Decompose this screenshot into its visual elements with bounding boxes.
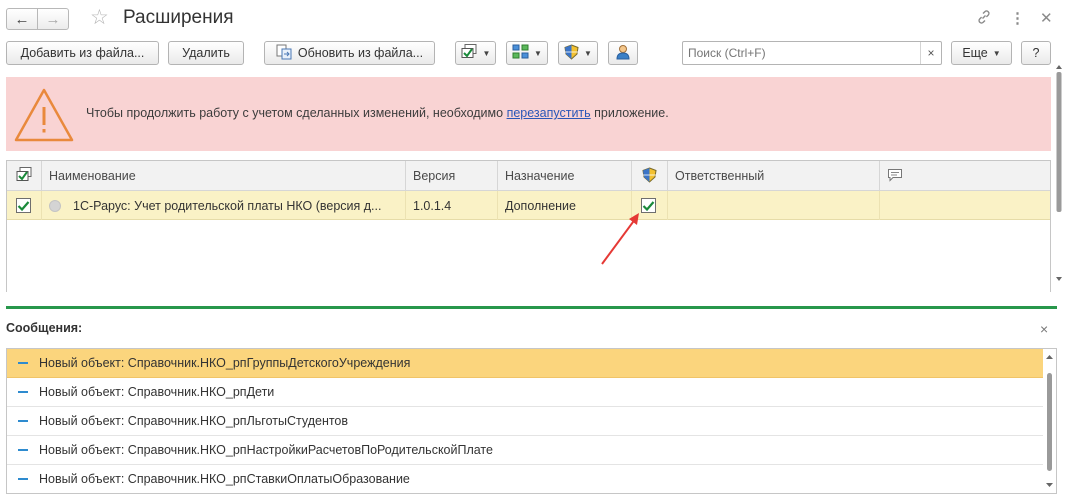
search-clear-button[interactable]: × (920, 42, 941, 64)
warning-triangle-icon (14, 88, 74, 142)
column-comment[interactable] (880, 161, 1050, 191)
update-file-icon (276, 44, 292, 63)
user-icon (616, 44, 630, 63)
toolbar: Добавить из файла... Удалить Обновить из… (0, 40, 1065, 70)
table-header: Наименование Версия Назначение Ответстве… (7, 161, 1050, 191)
search-box: × (682, 41, 942, 65)
message-text: Новый объект: Справочник.НКО_рпНастройки… (39, 443, 493, 457)
link-icon[interactable] (976, 9, 992, 29)
status-dot-icon (49, 199, 61, 212)
warning-text-before: Чтобы продолжить работу с учетом сделанн… (86, 106, 507, 120)
cell-responsible (668, 191, 880, 220)
more-vertical-icon[interactable]: ⋮ (1010, 9, 1025, 27)
cell-name: 1С-Рарус: Учет родительской платы НКО (в… (42, 191, 406, 220)
message-item[interactable]: Новый объект: Справочник.НКО_рпДети (7, 378, 1044, 407)
restart-warning-banner: Чтобы продолжить работу с учетом сделанн… (6, 77, 1051, 151)
active-checkbox[interactable] (16, 198, 31, 213)
safe-mode-menu-button[interactable]: ▼ (558, 41, 598, 65)
add-from-file-button[interactable]: Добавить из файла... (6, 41, 159, 65)
message-text: Новый объект: Справочник.НКО_рпЛьготыСту… (39, 414, 349, 428)
column-purpose[interactable]: Назначение (498, 161, 632, 191)
update-from-file-label: Обновить из файла... (297, 46, 424, 60)
help-button[interactable]: ? (1021, 41, 1051, 65)
messages-list: Новый объект: Справочник.НКО_рпГруппыДет… (6, 348, 1057, 494)
column-version[interactable]: Версия (406, 161, 498, 191)
column-responsible[interactable]: Ответственный (668, 161, 880, 191)
search-input[interactable] (683, 42, 913, 64)
close-window-button[interactable]: ✕ (1040, 9, 1053, 27)
panel-divider[interactable] (6, 306, 1057, 309)
messages-scrollbar[interactable] (1043, 349, 1056, 493)
structure-icon (512, 44, 529, 62)
message-text: Новый объект: Справочник.НКО_рпДети (39, 385, 275, 399)
message-item[interactable]: Новый объект: Справочник.НКО_рпНастройки… (7, 436, 1044, 465)
check-list-menu-button[interactable]: ▼ (455, 41, 496, 65)
structure-menu-button[interactable]: ▼ (506, 41, 548, 65)
cell-active (7, 191, 42, 220)
message-item[interactable]: Новый объект: Справочник.НКО_рпГруппыДет… (7, 349, 1044, 378)
forward-arrow-icon: → (45, 10, 61, 28)
responsible-user-button[interactable] (608, 41, 638, 65)
shield-icon (564, 43, 579, 63)
dash-icon (18, 391, 28, 393)
favorite-star-icon[interactable]: ☆ (90, 6, 109, 30)
column-safe-mode[interactable] (632, 161, 668, 191)
dash-icon (18, 362, 28, 364)
shield-icon (642, 166, 657, 186)
check-list-icon (461, 44, 478, 62)
message-item[interactable]: Новый объект: Справочник.НКО_рпЛьготыСту… (7, 407, 1044, 436)
back-arrow-icon: ← (14, 10, 30, 28)
title-bar: ← → ☆ Расширения ⋮ ✕ (0, 0, 1065, 40)
more-label: Еще (962, 46, 988, 60)
close-icon: ✕ (1040, 10, 1053, 27)
back-button[interactable]: ← (6, 8, 38, 30)
restart-warning-text: Чтобы продолжить работу с учетом сделанн… (86, 106, 669, 120)
delete-button[interactable]: Удалить (168, 41, 244, 65)
forward-button[interactable]: → (37, 8, 69, 30)
restart-link[interactable]: перезапустить (507, 106, 591, 120)
page-scrollbar[interactable] (1054, 62, 1064, 288)
cell-comment (880, 191, 1050, 220)
extensions-table: Наименование Версия Назначение Ответстве… (6, 160, 1051, 292)
cell-version: 1.0.1.4 (406, 191, 498, 220)
update-from-file-button[interactable]: Обновить из файла... (264, 41, 435, 65)
message-text: Новый объект: Справочник.НКО_рпСтавкиОпл… (39, 472, 410, 486)
dash-icon (18, 449, 28, 451)
dash-icon (18, 478, 28, 480)
column-name[interactable]: Наименование (42, 161, 406, 191)
window-title: Расширения (123, 7, 234, 28)
message-text: Новый объект: Справочник.НКО_рпГруппыДет… (39, 356, 411, 370)
message-item[interactable]: Новый объект: Справочник.НКО_рпСтавкиОпл… (7, 465, 1044, 493)
check-list-icon (16, 167, 33, 185)
comment-icon (887, 168, 903, 185)
dash-icon (18, 420, 28, 422)
more-button[interactable]: Еще ▼ (951, 41, 1012, 65)
warning-text-after: приложение. (590, 106, 669, 120)
extension-name: 1С-Рарус: Учет родительской платы НКО (в… (73, 198, 382, 213)
messages-title: Сообщения: (6, 321, 83, 335)
messages-close-button[interactable]: × (1040, 321, 1048, 337)
table-row[interactable]: 1С-Рарус: Учет родительской платы НКО (в… (7, 191, 1050, 220)
close-icon: × (1040, 321, 1049, 337)
column-active[interactable] (7, 161, 42, 191)
annotation-arrow-icon (601, 213, 639, 265)
